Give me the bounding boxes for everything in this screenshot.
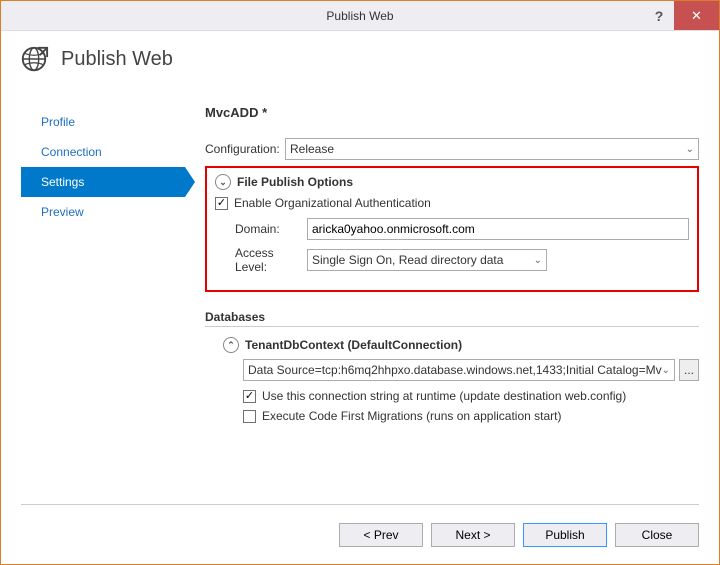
domain-label: Domain: <box>235 222 307 236</box>
dialog-header: Publish Web <box>1 31 719 87</box>
access-level-label: Access Level: <box>235 246 307 274</box>
close-button-label: Close <box>642 528 673 542</box>
sidebar-item-profile[interactable]: Profile <box>21 107 185 137</box>
databases-section-title: Databases <box>205 310 699 324</box>
project-name: MvcADD * <box>205 105 699 120</box>
execute-code-first-label: Execute Code First Migrations (runs on a… <box>262 409 561 423</box>
sidebar-item-label: Settings <box>41 175 84 189</box>
divider <box>205 326 699 327</box>
domain-input[interactable] <box>307 218 689 240</box>
dialog-footer: < Prev Next > Publish Close <box>21 504 699 564</box>
execute-code-first-checkbox[interactable] <box>243 410 256 423</box>
enable-org-auth-checkbox[interactable] <box>215 197 228 210</box>
publish-button[interactable]: Publish <box>523 523 607 547</box>
expand-collapse-icon[interactable]: ⌄ <box>215 174 231 190</box>
chevron-down-icon: ⌄ <box>662 365 670 376</box>
prev-button[interactable]: < Prev <box>339 523 423 547</box>
settings-panel: MvcADD * Configuration: Release ⌄ ⌄ File… <box>185 99 699 504</box>
sidebar-item-label: Profile <box>41 115 75 129</box>
close-button[interactable]: Close <box>615 523 699 547</box>
connection-string-ellipsis-button[interactable]: ... <box>679 359 699 381</box>
connection-string-dropdown[interactable]: Data Source=tcp:h6mq2hhpxo.database.wind… <box>243 359 675 381</box>
file-publish-options-title: File Publish Options <box>237 175 353 189</box>
next-button[interactable]: Next > <box>431 523 515 547</box>
close-window-button[interactable]: ✕ <box>674 1 719 30</box>
sidebar-item-preview[interactable]: Preview <box>21 197 185 227</box>
publish-button-label: Publish <box>545 528 584 542</box>
sidebar-item-connection[interactable]: Connection <box>21 137 185 167</box>
db-context-title: TenantDbContext (DefaultConnection) <box>245 338 462 352</box>
titlebar: Publish Web ? ✕ <box>1 1 719 31</box>
chevron-down-icon: ⌄ <box>534 255 542 266</box>
expand-collapse-icon[interactable]: ⌃ <box>223 337 239 353</box>
connection-string-value: Data Source=tcp:h6mq2hhpxo.database.wind… <box>248 363 662 377</box>
sidebar-item-settings[interactable]: Settings <box>21 167 185 197</box>
use-connection-string-checkbox[interactable] <box>243 390 256 403</box>
sidebar-item-label: Connection <box>41 145 102 159</box>
wizard-steps-sidebar: Profile Connection Settings Preview <box>21 99 185 504</box>
configuration-dropdown[interactable]: Release ⌄ <box>285 138 699 160</box>
db-context-header[interactable]: ⌃ TenantDbContext (DefaultConnection) <box>223 337 699 353</box>
access-level-dropdown[interactable]: Single Sign On, Read directory data ⌄ <box>307 249 547 271</box>
globe-arrow-icon <box>19 44 49 74</box>
configuration-label: Configuration: <box>205 142 285 156</box>
file-publish-options-highlight: ⌄ File Publish Options Enable Organizati… <box>205 166 699 292</box>
sidebar-item-label: Preview <box>41 205 84 219</box>
file-publish-options-header[interactable]: ⌄ File Publish Options <box>215 174 689 190</box>
publish-web-dialog: Publish Web ? ✕ Publish Web Profile Conn… <box>0 0 720 565</box>
help-button[interactable]: ? <box>644 1 674 30</box>
enable-org-auth-label: Enable Organizational Authentication <box>234 196 431 210</box>
next-button-label: Next > <box>455 528 490 542</box>
use-connection-string-label: Use this connection string at runtime (u… <box>262 389 626 403</box>
configuration-value: Release <box>290 142 334 156</box>
access-level-value: Single Sign On, Read directory data <box>312 253 503 267</box>
dialog-title: Publish Web <box>61 48 173 71</box>
chevron-down-icon: ⌄ <box>686 144 694 155</box>
prev-button-label: < Prev <box>363 528 398 542</box>
window-title: Publish Web <box>1 9 719 23</box>
